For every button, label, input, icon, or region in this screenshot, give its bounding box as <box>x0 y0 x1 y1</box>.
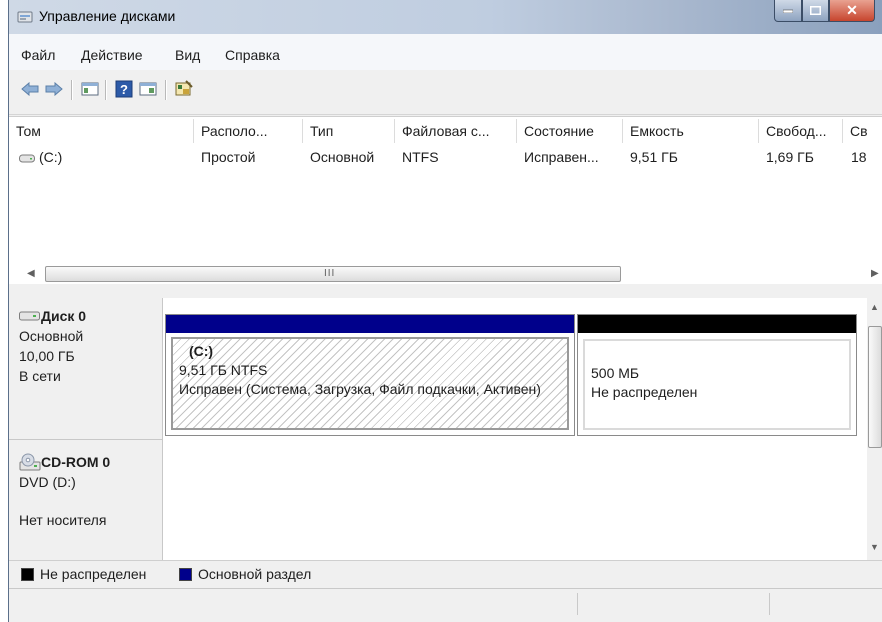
column-header-capacity[interactable]: Емкость <box>623 119 759 143</box>
drive-icon <box>19 154 35 163</box>
legend-unallocated: Не распределен <box>21 566 146 582</box>
partition-status: Не распределен <box>591 384 698 400</box>
column-header-free-percent[interactable]: Св <box>843 119 882 143</box>
partition-bar-primary <box>166 315 574 333</box>
legend-primary: Основной раздел <box>179 566 311 582</box>
column-header-type[interactable]: Тип <box>303 119 395 143</box>
scroll-thumb[interactable]: III <box>45 266 621 282</box>
partition-unallocated[interactable]: 500 МБ Не распределен <box>577 314 857 436</box>
disk-management-icon <box>17 11 33 23</box>
cdrom-name: CD-ROM 0 <box>41 454 111 470</box>
disk-0-label[interactable]: Диск 0 Основной 10,00 ГБ В сети <box>9 298 163 440</box>
back-arrow-icon <box>21 82 39 96</box>
volume-capacity: 9,51 ГБ <box>630 149 678 165</box>
volume-free-space: 1,69 ГБ <box>766 149 814 165</box>
properties-view-icon <box>139 82 157 96</box>
volume-list: Том Располо... Тип Файловая с... Состоян… <box>9 116 882 285</box>
properties-view-button[interactable] <box>137 78 159 100</box>
column-header-volume[interactable]: Том <box>9 119 194 143</box>
svg-text:?: ? <box>120 82 128 97</box>
settings-button[interactable] <box>173 78 195 100</box>
status-bar <box>9 588 882 619</box>
disk-size: 10,00 ГБ <box>19 348 75 364</box>
minimize-icon <box>783 9 793 13</box>
partition-size: 500 МБ <box>591 365 640 381</box>
maximize-button[interactable] <box>802 0 829 22</box>
scroll-up-icon[interactable]: ▲ <box>870 302 879 312</box>
scroll-down-icon[interactable]: ▼ <box>870 542 879 552</box>
pane-splitter[interactable] <box>9 284 882 299</box>
disk-graph-view: Диск 0 Основной 10,00 ГБ В сети (C:) 9,5… <box>9 298 867 560</box>
column-header-free-space[interactable]: Свобод... <box>759 119 843 143</box>
disk-management-window: Управление дисками ✕ Файл Действие Вид С… <box>8 0 882 622</box>
partition-status: Исправен (Система, Загрузка, Файл подкач… <box>179 381 541 397</box>
disk-icon <box>19 311 40 321</box>
menu-view[interactable]: Вид <box>175 47 200 63</box>
close-button[interactable]: ✕ <box>829 0 875 22</box>
menu-help[interactable]: Справка <box>225 47 280 63</box>
horizontal-scrollbar[interactable]: ◀ III ▶ <box>25 265 882 283</box>
volume-filesystem: NTFS <box>402 149 439 165</box>
disk-state: В сети <box>19 368 61 384</box>
partition-unallocated-body: 500 МБ Не распределен <box>583 339 851 430</box>
maximize-icon <box>810 6 821 15</box>
cdrom-drive-letter: DVD (D:) <box>19 474 76 490</box>
status-separator <box>577 593 578 615</box>
window-controls: ✕ <box>774 0 875 22</box>
back-button[interactable] <box>19 78 41 100</box>
column-header-filesystem[interactable]: Файловая с... <box>395 119 517 143</box>
disk-type: Основной <box>19 328 84 344</box>
volume-layout: Простой <box>201 149 256 165</box>
toolbar-separator <box>165 80 167 100</box>
partition-bar-unallocated <box>578 315 856 333</box>
partition-title: (C:) <box>189 343 214 359</box>
legend-swatch-primary <box>179 567 192 581</box>
column-header-status[interactable]: Состояние <box>517 119 623 143</box>
window-title: Управление дисками <box>39 8 176 24</box>
menu-file[interactable]: Файл <box>21 47 55 63</box>
help-button[interactable]: ? <box>113 78 135 100</box>
vertical-scrollbar[interactable]: ▲ ▼ <box>867 298 882 560</box>
scroll-right-icon[interactable]: ▶ <box>871 268 879 279</box>
menu-action[interactable]: Действие <box>81 47 143 63</box>
console-tree-button[interactable] <box>79 78 101 100</box>
cdrom-icon <box>19 453 41 471</box>
menu-bar: Файл Действие Вид Справка <box>9 34 882 70</box>
volume-type: Основной <box>310 149 375 165</box>
scroll-grip: III <box>324 268 336 279</box>
title-bar[interactable]: Управление дисками ✕ <box>9 0 882 34</box>
cdrom-0-label[interactable]: CD-ROM 0 DVD (D:) Нет носителя <box>9 440 163 560</box>
volume-name: (C:) <box>39 149 63 165</box>
legend-label: Основной раздел <box>198 566 312 582</box>
minimize-button[interactable] <box>774 0 802 22</box>
legend-swatch-unallocated <box>21 567 34 581</box>
toolbar-separator <box>105 80 107 100</box>
legend-label: Не распределен <box>40 566 147 582</box>
forward-button[interactable] <box>43 78 65 100</box>
toolbar: ? <box>9 70 882 115</box>
disk-name: Диск 0 <box>41 308 87 324</box>
partition-c-body: (C:) 9,51 ГБ NTFS Исправен (Система, Заг… <box>171 337 569 430</box>
status-separator <box>769 593 770 615</box>
settings-icon <box>175 80 193 96</box>
console-tree-icon <box>81 82 99 96</box>
toolbar-separator <box>71 80 73 100</box>
partition-c[interactable]: (C:) 9,51 ГБ NTFS Исправен (Система, Заг… <box>165 314 575 436</box>
partition-size: 9,51 ГБ NTFS <box>179 362 268 378</box>
close-icon: ✕ <box>846 2 858 18</box>
column-header-layout[interactable]: Располо... <box>194 119 303 143</box>
scroll-thumb[interactable] <box>868 326 882 448</box>
help-icon: ? <box>115 80 133 98</box>
volume-free-percent: 18 <box>851 149 867 165</box>
scroll-left-icon[interactable]: ◀ <box>27 268 35 279</box>
legend: Не распределен Основной раздел <box>9 560 882 587</box>
cdrom-state: Нет носителя <box>19 512 107 528</box>
volume-status: Исправен... <box>524 149 599 165</box>
forward-arrow-icon <box>45 82 63 96</box>
